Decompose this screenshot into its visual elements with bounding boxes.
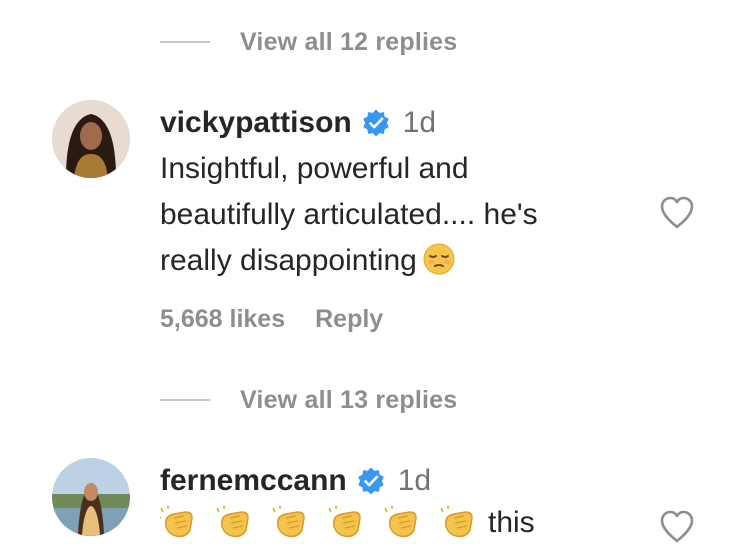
comment-text: this xyxy=(160,506,535,540)
comment-text: Insightful, powerful and beautifully art… xyxy=(160,146,630,284)
view-replies-link[interactable]: View all 12 replies xyxy=(160,22,457,62)
replies-divider xyxy=(160,41,210,43)
comment-time: 1d xyxy=(402,106,437,139)
likes-count[interactable]: 5,668 likes xyxy=(160,305,285,334)
comment-line: beautifully articulated.... he's xyxy=(160,198,538,231)
view-replies-label: View all 12 replies xyxy=(240,27,458,56)
comment-line: Insightful, powerful and xyxy=(160,152,469,185)
replies-divider xyxy=(160,399,210,401)
comment-line-last: really disappointing xyxy=(160,238,630,284)
comment-text-word: this xyxy=(488,506,535,539)
clapping-hands-icon xyxy=(440,506,473,538)
view-replies-label: View all 13 replies xyxy=(240,385,458,414)
comment-header: fernemccann 1d xyxy=(160,464,431,498)
comment-meta: 5,668 likes Reply xyxy=(160,305,383,334)
clapping-hands-icon xyxy=(160,506,193,538)
like-heart-icon[interactable] xyxy=(658,194,696,230)
verified-badge-icon xyxy=(358,467,384,495)
like-heart-icon[interactable] xyxy=(658,508,696,544)
pensive-face-icon xyxy=(423,243,455,275)
comment-time: 1d xyxy=(397,464,432,497)
view-replies-link[interactable]: View all 13 replies xyxy=(160,380,457,420)
avatar[interactable] xyxy=(52,458,130,536)
username[interactable]: fernemccann xyxy=(160,464,347,498)
verified-badge-icon xyxy=(362,109,389,137)
clapping-hands-icon xyxy=(216,506,249,538)
clapping-hands-icon xyxy=(272,506,305,538)
clapping-hands-icon xyxy=(384,506,417,538)
comment-line-text: really disappointing xyxy=(160,244,417,277)
comment-header: vickypattison 1d xyxy=(160,106,436,140)
reply-button[interactable]: Reply xyxy=(315,305,383,334)
avatar[interactable] xyxy=(52,100,130,178)
clapping-hands-icon xyxy=(328,506,361,538)
username[interactable]: vickypattison xyxy=(160,106,352,140)
